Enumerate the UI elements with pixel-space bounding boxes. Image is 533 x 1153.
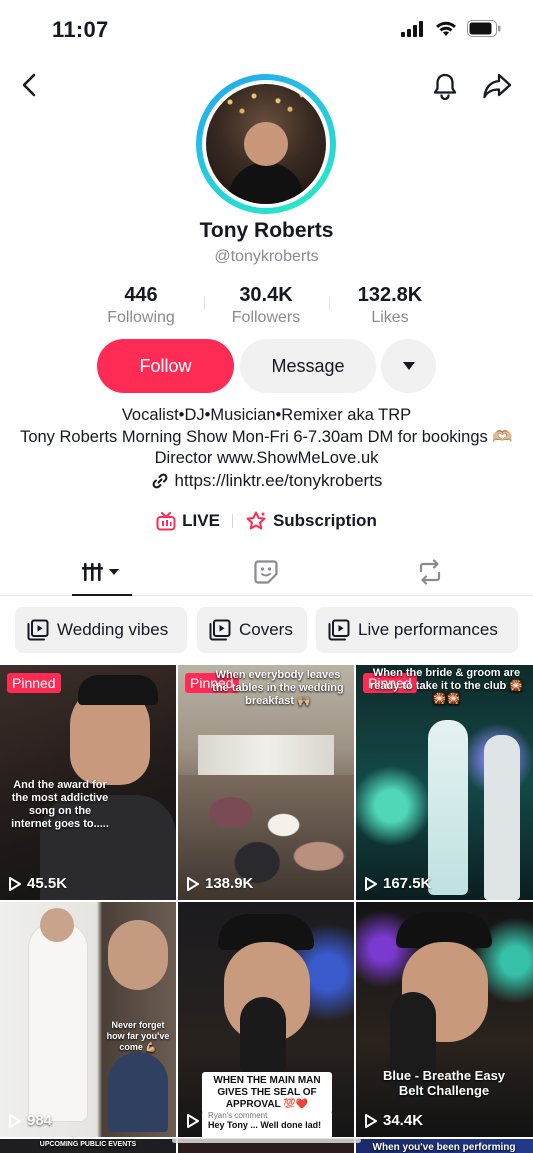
wifi-icon xyxy=(436,21,456,36)
back-button[interactable] xyxy=(14,70,44,100)
bell-icon xyxy=(433,73,457,100)
profile-bio: Vocalist•DJ•Musician•Remixer aka TRP Ton… xyxy=(20,406,513,467)
video-caption: Never forget how far you've come 💪🏼 xyxy=(106,1020,170,1052)
video-caption: When you've been performing xyxy=(372,1142,516,1153)
stat-label: Likes xyxy=(371,309,409,326)
video-caption: UPCOMING PUBLIC EVENTS xyxy=(39,1141,137,1148)
follow-button[interactable]: Follow xyxy=(97,339,234,393)
divider xyxy=(231,514,233,528)
share-arrow-icon xyxy=(483,73,512,99)
link-icon xyxy=(152,473,167,489)
video-thumbnail[interactable]: Blue - Breathe Easy Belt Challenge 34.4K xyxy=(356,902,533,1137)
playlist-chip[interactable]: Covers xyxy=(197,607,307,653)
notifications-button[interactable] xyxy=(429,70,461,102)
play-icon xyxy=(365,876,377,891)
view-count: 167.5K xyxy=(364,875,431,892)
playlist-icon xyxy=(27,619,49,641)
tab-favorites[interactable] xyxy=(226,548,306,596)
live-tv-icon xyxy=(156,511,176,530)
view-count-text: 167.5K xyxy=(383,875,432,892)
stat-likes[interactable]: 132.8K Likes xyxy=(330,284,450,327)
view-count: 984 xyxy=(8,1112,52,1129)
video-thumbnail[interactable]: WHEN THE MAIN MAN GIVES THE SEAL OF APPR… xyxy=(178,902,354,1137)
stat-following[interactable]: 446 Following xyxy=(81,284,201,327)
message-button[interactable]: Message xyxy=(240,339,376,393)
play-icon xyxy=(187,876,199,891)
bio-link[interactable]: https://linktr.ee/tonykroberts xyxy=(0,471,533,491)
play-icon xyxy=(187,1114,199,1128)
playlist-chip[interactable]: Live performances xyxy=(316,607,518,653)
cellular-signal-icon xyxy=(401,20,423,37)
stat-label: Following xyxy=(107,309,175,326)
status-time: 11:07 xyxy=(52,17,109,42)
status-bar: 11:07 xyxy=(0,0,533,60)
video-caption: Blue - Breathe Easy Belt Challenge xyxy=(382,1068,506,1098)
stat-value: 30.4K xyxy=(239,284,293,306)
sticker-icon xyxy=(254,560,278,584)
video-thumbnail[interactable]: Pinned When everybody leaves the tables … xyxy=(178,665,354,900)
subscription-star-icon xyxy=(246,511,266,530)
play-icon xyxy=(9,876,21,891)
view-count xyxy=(186,1113,205,1129)
view-count-text: 45.5K xyxy=(27,875,68,892)
view-count: 34.4K xyxy=(364,1112,423,1129)
playlist-label: Covers xyxy=(239,620,293,639)
playlist-chip[interactable]: Wedding vibes xyxy=(15,607,187,653)
view-count-text: 984 xyxy=(27,1112,53,1129)
repost-icon xyxy=(419,559,441,585)
comment-author: Ryan's comment xyxy=(208,1111,268,1120)
view-count: 138.9K xyxy=(186,875,253,892)
videos-grid-icon xyxy=(82,563,119,581)
live-label: LIVE xyxy=(182,511,220,530)
battery-icon xyxy=(467,20,501,37)
view-count-text: 34.4K xyxy=(383,1112,424,1129)
play-icon xyxy=(365,1113,377,1128)
playlist-label: Wedding vibes xyxy=(57,620,169,639)
video-thumbnail[interactable]: When you've been performing xyxy=(356,1139,533,1153)
playlist-icon xyxy=(209,619,231,641)
video-thumbnail[interactable]: Never forget how far you've come 💪🏼 984 xyxy=(0,902,176,1137)
stat-divider xyxy=(204,296,205,310)
home-indicator[interactable] xyxy=(172,1138,361,1143)
tab-videos[interactable] xyxy=(62,548,142,596)
live-button[interactable]: LIVE xyxy=(156,511,220,531)
avatar[interactable] xyxy=(196,74,336,214)
bio-link-text: https://linktr.ee/tonykroberts xyxy=(174,471,383,490)
avatar-photo xyxy=(206,84,326,204)
playlist-icon xyxy=(328,619,350,641)
stat-followers[interactable]: 30.4K Followers xyxy=(206,284,326,327)
playlists-row: Wedding vibes Covers Live performances xyxy=(0,607,533,653)
share-button[interactable] xyxy=(481,70,513,102)
subscription-label: Subscription xyxy=(272,511,377,530)
view-count: 45.5K xyxy=(8,875,67,892)
live-subscription-row: LIVE Subscription xyxy=(0,509,533,533)
profile-handle: @tonykroberts xyxy=(214,248,319,265)
video-thumbnail[interactable]: Pinned And the award for the most addict… xyxy=(0,665,176,900)
profile-stats: 446 Following 30.4K Followers 132.8K Lik… xyxy=(0,284,533,328)
view-count-text: 138.9K xyxy=(205,875,254,892)
video-thumbnail[interactable]: UPCOMING PUBLIC EVENTS xyxy=(0,1139,176,1153)
chevron-left-icon xyxy=(22,73,36,97)
tab-reposts[interactable] xyxy=(390,548,470,596)
pinned-badge: Pinned xyxy=(7,673,61,693)
profile-tabs xyxy=(0,548,533,596)
comment-reply-card: Ryan's comment Hey Tony ... Well done la… xyxy=(202,1108,332,1137)
active-tab-indicator xyxy=(72,594,132,596)
video-thumbnail[interactable]: Pinned When the bride & groom are ready … xyxy=(356,665,533,900)
stat-value: 132.8K xyxy=(357,284,423,306)
video-caption: And the award for the most addictive son… xyxy=(11,779,109,830)
status-icons xyxy=(401,20,501,37)
stat-label: Followers xyxy=(231,309,301,326)
profile-name: Tony Roberts xyxy=(199,219,334,242)
stat-value: 446 xyxy=(124,284,158,306)
playlist-label: Live performances xyxy=(358,620,498,639)
subscription-button[interactable]: Subscription xyxy=(245,511,377,531)
video-caption: When everybody leaves the tables in the … xyxy=(212,669,344,707)
suggested-accounts-button[interactable] xyxy=(381,339,436,393)
video-grid: Pinned And the award for the most addict… xyxy=(0,665,533,1153)
caret-down-icon xyxy=(402,362,415,370)
video-caption: When the bride & groom are ready to take… xyxy=(369,667,524,705)
comment-text: Hey Tony ... Well done lad! xyxy=(208,1120,322,1130)
play-icon xyxy=(9,1113,21,1128)
